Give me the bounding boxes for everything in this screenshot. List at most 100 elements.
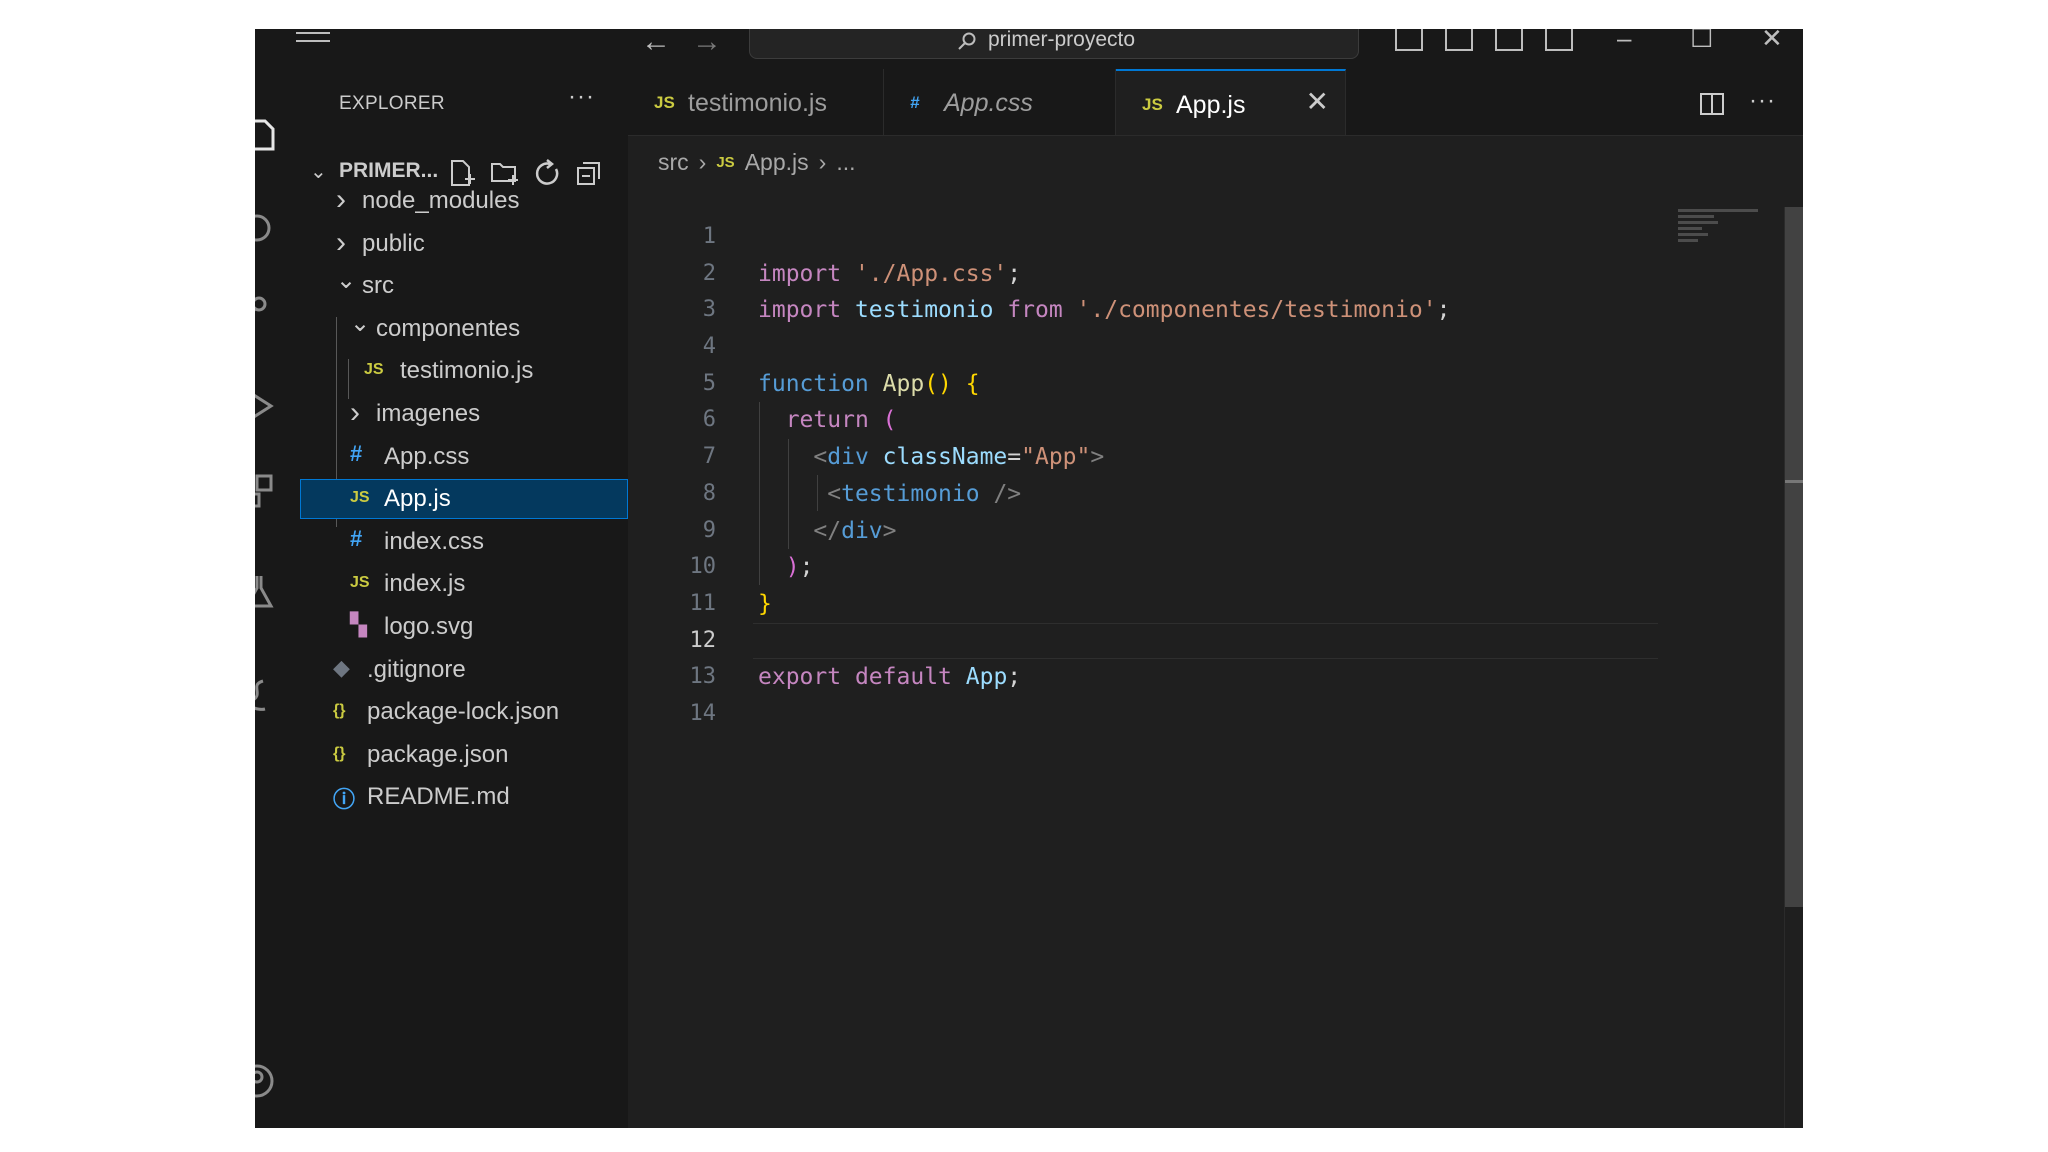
chevron-right-icon: ›: [698, 149, 707, 175]
menu-icon[interactable]: [296, 32, 330, 52]
project-name: PRIMER...: [339, 159, 439, 182]
command-center[interactable]: primer-proyecto: [749, 29, 1359, 59]
search-view-icon[interactable]: [255, 212, 277, 246]
tree-item-label: public: [362, 229, 425, 257]
tab-testimonio-js[interactable]: JS testimonio.js: [628, 69, 884, 135]
line-number: 5: [702, 370, 716, 396]
line-number: 12: [689, 627, 717, 653]
tree-item[interactable]: ▚ logo.svg: [300, 607, 628, 647]
editor-area: JS testimonio.js # App.css JS App.js ✕ ·…: [628, 69, 1803, 1128]
remote-icon[interactable]: [255, 679, 277, 713]
explorer-icon[interactable]: [255, 119, 277, 153]
js-file-icon: JS: [1142, 95, 1163, 114]
code-line-13: export default App;: [758, 664, 1022, 691]
toggle-secondary-sidebar-icon[interactable]: [1495, 29, 1523, 51]
tree-item[interactable]: JS testimonio.js: [300, 351, 628, 391]
tree-item[interactable]: # App.css: [300, 437, 628, 477]
json-file-icon: {}: [333, 744, 346, 762]
line-number: 9: [702, 517, 716, 543]
code-line-9: </div>: [813, 517, 897, 544]
tree-item[interactable]: ⌄ src: [300, 266, 628, 306]
breadcrumb: src › JS App.js › ...: [658, 149, 855, 176]
testing-icon[interactable]: [255, 574, 277, 608]
tree-item[interactable]: {} package.json: [300, 735, 628, 775]
breadcrumb-symbols[interactable]: ...: [836, 149, 855, 176]
tree-item[interactable]: JS App.js: [300, 479, 628, 520]
tab-app-js[interactable]: JS App.js ✕: [1116, 69, 1346, 135]
tree-item[interactable]: {} package-lock.json: [300, 692, 628, 732]
cursor-position-marker: [1785, 480, 1803, 483]
accounts-icon[interactable]: [255, 1064, 277, 1098]
code-line-5: function App() {: [758, 370, 980, 397]
breadcrumb-file[interactable]: App.js: [745, 149, 809, 176]
activity-bar: [255, 69, 301, 1128]
chevron-down-icon: ⌄: [350, 309, 371, 337]
tree-item[interactable]: › public: [300, 224, 628, 264]
js-file-icon: JS: [350, 489, 370, 507]
chevron-right-icon: ›: [336, 225, 346, 259]
tree-item-label: App.css: [384, 442, 470, 470]
code-line-10: );: [785, 554, 814, 581]
code-line-2: import './App.css';: [758, 260, 1022, 287]
tree-item[interactable]: ◆ .gitignore: [300, 650, 628, 690]
line-number-gutter: 1 2 3 4 5 6 7 8 9 10 11 12 13 14: [628, 219, 717, 733]
tree-item-label: package.json: [367, 740, 509, 768]
toggle-sidebar-icon[interactable]: [1395, 29, 1423, 51]
explorer-more-icon[interactable]: ···: [568, 83, 595, 111]
vertical-scrollbar[interactable]: [1784, 207, 1803, 1128]
breadcrumb-folder[interactable]: src: [658, 149, 689, 176]
tab-label: testimonio.js: [688, 89, 827, 117]
close-window-icon[interactable]: ✕: [1761, 29, 1783, 54]
tree-item[interactable]: ⌄ componentes: [300, 309, 628, 349]
code-line-6: return (: [785, 407, 897, 434]
line-number: 10: [689, 554, 717, 580]
tree-item-label: index.css: [384, 527, 485, 555]
toggle-panel-icon[interactable]: [1445, 29, 1473, 51]
css-file-icon: #: [350, 525, 363, 551]
info-icon: ⓘ: [333, 787, 356, 813]
tree-item-label: testimonio.js: [400, 357, 534, 385]
close-tab-icon[interactable]: ✕: [1306, 85, 1329, 118]
tree-item-label: package-lock.json: [367, 698, 560, 726]
line-number: 6: [702, 407, 716, 433]
git-file-icon: ◆: [333, 654, 350, 680]
tree-item[interactable]: ⓘ README.md: [300, 777, 628, 817]
customize-layout-icon[interactable]: [1545, 29, 1573, 51]
chevron-down-icon: ⌄: [336, 267, 357, 295]
scrollbar-thumb[interactable]: [1785, 207, 1803, 907]
editor-more-icon[interactable]: ···: [1749, 87, 1776, 115]
tree-item-label: App.js: [384, 485, 451, 513]
line-number: 7: [702, 444, 716, 470]
tree-item-label: node_modules: [362, 187, 520, 214]
code-line-11: }: [758, 590, 772, 617]
js-file-icon: JS: [654, 93, 675, 112]
tree-item[interactable]: › imagenes: [300, 394, 628, 434]
tree-item-label: componentes: [376, 314, 521, 342]
code-content[interactable]: import './App.css'; import testimonio fr…: [758, 219, 1450, 733]
line-number: 2: [702, 260, 716, 286]
title-bar: ← → primer-proyecto – ☐ ✕: [255, 29, 1803, 70]
tab-app-css[interactable]: # App.css: [884, 69, 1116, 135]
run-debug-icon[interactable]: [255, 389, 277, 423]
line-number: 1: [702, 224, 716, 249]
tree-item-label: imagenes: [376, 400, 481, 427]
tree-item[interactable]: # index.css: [300, 522, 628, 562]
forward-arrow-icon[interactable]: →: [692, 29, 722, 59]
minimap[interactable]: [1678, 209, 1768, 269]
tree-item[interactable]: JS index.js: [300, 564, 628, 604]
back-arrow-icon[interactable]: ←: [641, 29, 671, 59]
tree-item-label: .gitignore: [367, 655, 466, 683]
maximize-icon[interactable]: ☐: [1690, 29, 1713, 54]
minimize-icon[interactable]: –: [1617, 29, 1631, 54]
chevron-right-icon: ›: [818, 149, 827, 175]
tab-bar: JS testimonio.js # App.css JS App.js ✕ ·…: [628, 69, 1803, 136]
tree-item[interactable]: › node_modules: [300, 181, 628, 221]
css-file-icon: #: [910, 93, 920, 112]
source-control-icon[interactable]: [255, 294, 277, 328]
json-file-icon: {}: [333, 702, 346, 720]
extensions-icon[interactable]: [255, 474, 277, 508]
split-editor-icon[interactable]: [1700, 93, 1724, 115]
